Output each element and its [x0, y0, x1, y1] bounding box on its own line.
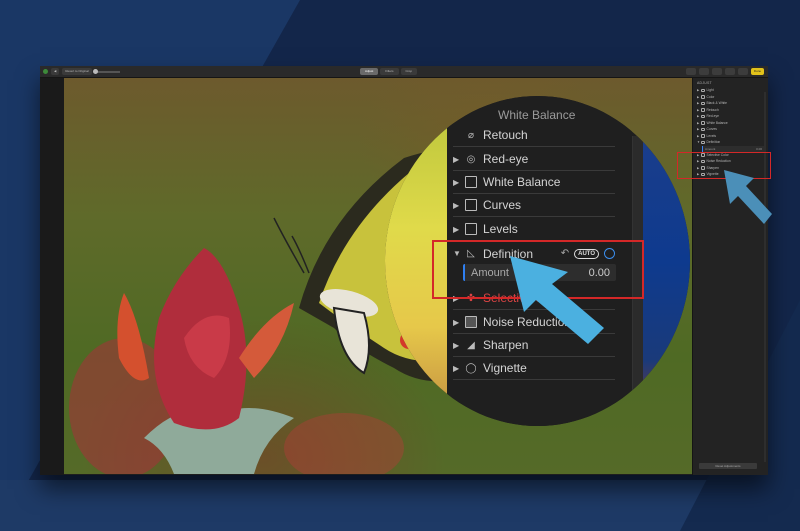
- auto-enhance-icon[interactable]: [712, 68, 722, 75]
- sidebar-item-label: Retouch: [706, 107, 719, 112]
- eye-icon: [701, 114, 705, 118]
- disclosure-triangle-icon[interactable]: ▶: [453, 318, 465, 327]
- curves-icon: [465, 199, 477, 211]
- eye-icon: ◎: [466, 153, 476, 165]
- bw-icon: [701, 101, 705, 105]
- share-icon[interactable]: [725, 68, 735, 75]
- flower-petal: [239, 303, 294, 378]
- item-label: Levels: [483, 222, 518, 236]
- tab-crop[interactable]: Crop: [400, 68, 418, 75]
- sidebar-item-label: Definition: [706, 140, 721, 145]
- sidebar-item-label: Color: [706, 94, 715, 99]
- reset-adjustments-button[interactable]: Reset Adjustments: [699, 463, 757, 469]
- magnified-item-partial: White Balance: [498, 108, 576, 122]
- toolbar: ◀ Revert to Original Adjust Filters Crop…: [40, 66, 768, 78]
- back-button[interactable]: ◀: [51, 68, 60, 75]
- levels-icon: [701, 134, 705, 138]
- magnified-item-red-eye[interactable]: ▶ ◎ Red-eye: [453, 148, 615, 171]
- sidebar-item-label: Curves: [706, 127, 717, 132]
- arrow-shape: [510, 256, 604, 344]
- antenna: [273, 217, 305, 274]
- tab-filters[interactable]: Filters: [380, 68, 399, 75]
- adjust-sidebar: ADJUST ▶ Light ▶ Color ▶ Black & White ▶ Ret…: [692, 78, 768, 475]
- item-label: Vignette: [483, 361, 527, 375]
- magnified-item-curves[interactable]: ▶ Curves: [453, 194, 615, 217]
- done-button[interactable]: Done: [751, 68, 764, 75]
- noise-icon: [465, 316, 477, 328]
- favorite-icon[interactable]: [699, 68, 709, 75]
- disclosure-triangle-icon[interactable]: ▶: [453, 155, 465, 164]
- item-label: Retouch: [483, 128, 528, 142]
- pointer-arrow-small: [724, 170, 772, 224]
- sidebar-item-label: Levels: [706, 133, 717, 138]
- disclosure-triangle-icon[interactable]: ▶: [453, 178, 465, 187]
- curves-icon: [701, 127, 705, 131]
- bandage-icon: ⌀: [467, 129, 475, 141]
- window-control[interactable]: [43, 69, 48, 74]
- butterfly-hindwing: [332, 306, 370, 375]
- pointer-arrow-large: [510, 256, 604, 344]
- sidebar-item-label: Light: [706, 88, 714, 93]
- magnified-background: [643, 96, 690, 426]
- item-label: Red-eye: [483, 152, 529, 166]
- disclosure-triangle-icon[interactable]: ▶: [453, 201, 465, 210]
- item-label: Curves: [483, 198, 522, 212]
- zoom-slider[interactable]: [92, 68, 120, 74]
- sidebar-item-label: White Balance: [706, 120, 728, 125]
- magnified-item-white-balance[interactable]: ▶ White Balance: [453, 171, 615, 194]
- revert-to-original-button[interactable]: Revert to Original: [62, 68, 92, 75]
- color-icon: [701, 95, 705, 99]
- definition-icon: [701, 140, 705, 144]
- sharpen-icon: ◢: [467, 339, 475, 351]
- rotate-icon[interactable]: [738, 68, 748, 75]
- disclosure-triangle-icon[interactable]: ▶: [453, 225, 465, 234]
- magnified-item-levels[interactable]: ▶ Levels: [453, 218, 615, 241]
- disclosure-triangle-icon[interactable]: ▶: [453, 364, 465, 373]
- left-margin: [40, 78, 64, 475]
- levels-icon: [465, 223, 477, 235]
- sidebar-scrollbar[interactable]: [764, 92, 766, 462]
- tab-adjust[interactable]: Adjust: [360, 68, 379, 75]
- amount-value: 0.00: [756, 146, 762, 151]
- toolbar-right: Done: [686, 68, 764, 75]
- edit-mode-tabs: Adjust Filters Crop: [360, 68, 418, 75]
- sidebar-item-label: Red-eye: [706, 114, 719, 119]
- amount-label: Amount: [705, 146, 716, 151]
- item-label: White Balance: [483, 175, 561, 189]
- disclosure-triangle-icon[interactable]: ▶: [453, 341, 465, 350]
- white-balance-icon: [465, 176, 477, 188]
- bandage-icon: [701, 108, 705, 112]
- vignette-icon: ◯: [465, 362, 477, 374]
- magnified-item-retouch[interactable]: ⌀ Retouch: [453, 124, 615, 147]
- sidebar-item-label: Black & White: [706, 101, 728, 106]
- info-icon[interactable]: [686, 68, 696, 75]
- sidebar-title: ADJUST: [697, 81, 712, 85]
- magnified-item-vignette[interactable]: ▶ ◯ Vignette: [453, 357, 615, 380]
- white-balance-icon: [701, 121, 705, 125]
- arrow-shape: [724, 170, 772, 224]
- sun-icon: [701, 88, 705, 92]
